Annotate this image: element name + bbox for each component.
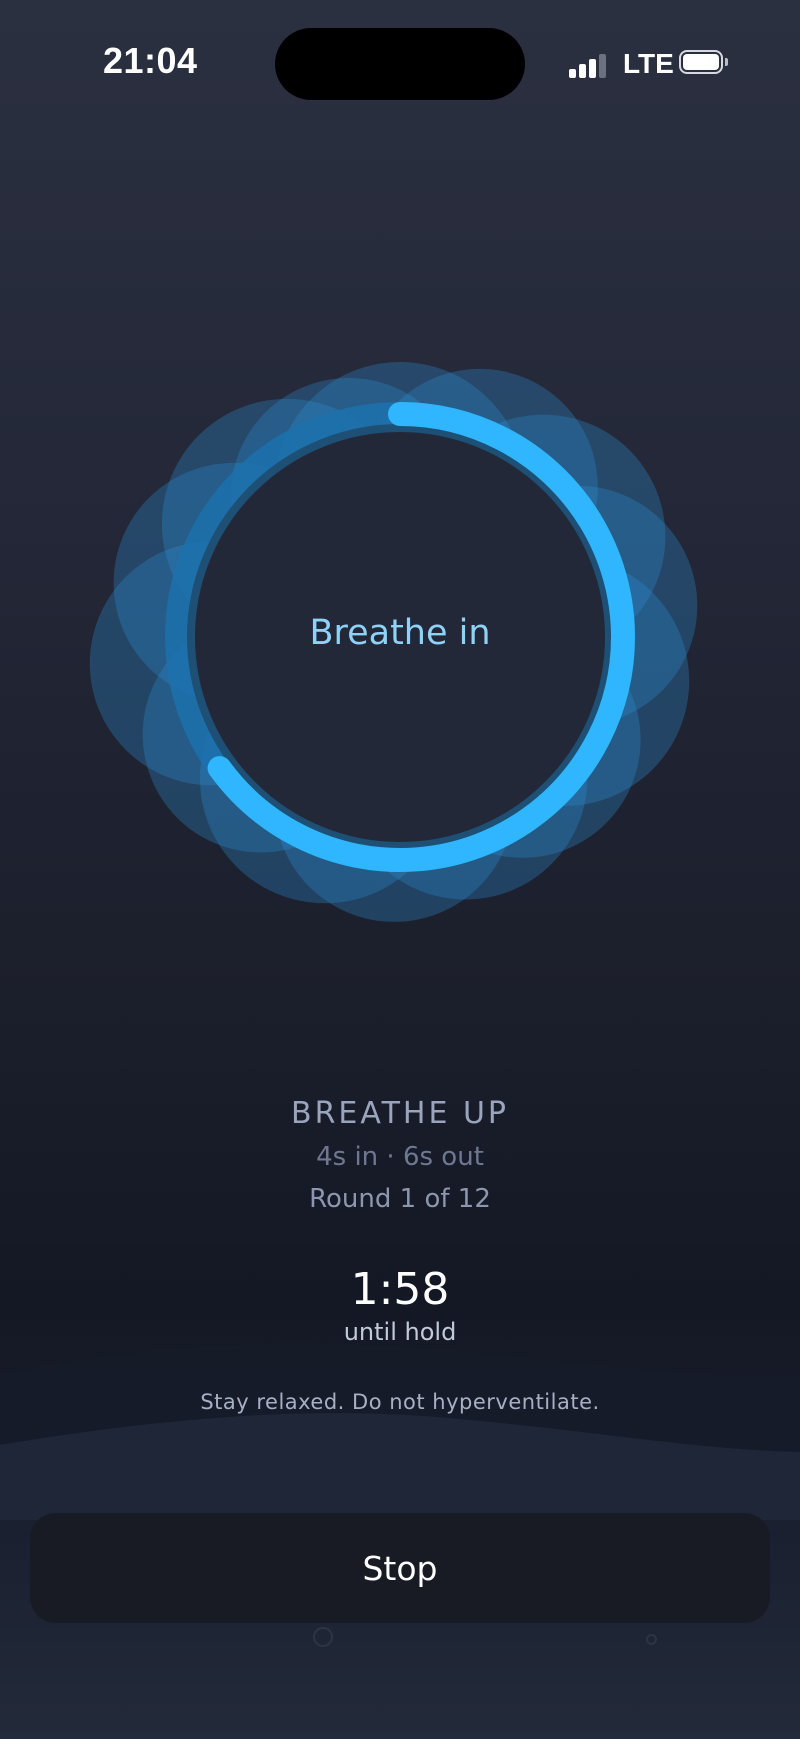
breathing-timing: 4s in · 6s out: [316, 1142, 484, 1172]
countdown-timer: 1:58: [350, 1264, 450, 1315]
decorative-dot: [313, 1627, 333, 1647]
countdown-caption: until hold: [343, 1318, 457, 1346]
round-counter: Round 1 of 12: [309, 1184, 491, 1214]
network-type: LTE: [623, 48, 674, 79]
decorative-dot: [646, 1634, 657, 1645]
battery-icon: [679, 50, 729, 78]
status-time: 21:04: [103, 40, 198, 81]
dynamic-island: [275, 28, 525, 100]
breathing-hint: Stay relaxed. Do not hyperventilate.: [200, 1390, 600, 1414]
background-waves: [0, 1343, 800, 1520]
stop-button[interactable]: Stop: [30, 1513, 770, 1623]
cellular-signal-icon: [569, 54, 609, 78]
exercise-name: BREATHE UP: [291, 1096, 509, 1131]
breath-phase-label: Breathe in: [309, 613, 491, 653]
